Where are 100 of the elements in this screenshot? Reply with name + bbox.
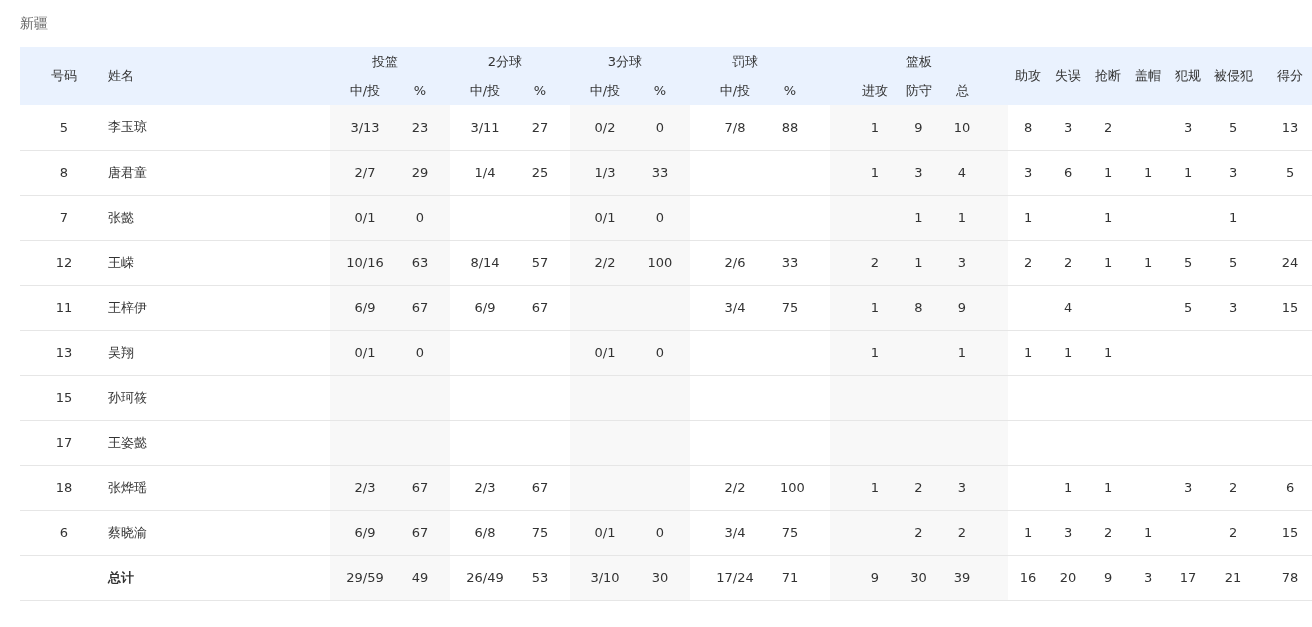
column-header: 中/投 (349, 82, 381, 98)
table-cell: 49 (411, 570, 429, 585)
player-name: 唐君童 (108, 164, 147, 180)
table-cell: 1 (914, 255, 923, 270)
table-cell: 9 (914, 119, 923, 135)
column-header: 中/投 (589, 82, 621, 98)
table-cell: 1/4 (474, 165, 496, 180)
column-header: 抢断 (1095, 68, 1121, 83)
player-name: 张懿 (108, 209, 134, 225)
column-header: 被侵犯 (1213, 68, 1253, 83)
table-cell: 0 (655, 119, 665, 135)
total-label: 总计 (108, 569, 134, 585)
table-cell: 10/16 (346, 255, 384, 270)
column-header: 助攻 (1015, 68, 1041, 83)
table-cell: 7/8 (724, 119, 746, 135)
team-title: 新疆 (20, 15, 48, 31)
table-cell: 2/3 (474, 480, 496, 495)
table-cell: 3 (1063, 119, 1073, 135)
table-cell: 4 (957, 165, 967, 180)
table-cell: 29/59 (346, 570, 384, 585)
table-cell: 63 (411, 255, 429, 270)
table-cell: 0/1 (354, 345, 376, 360)
column-header: 盖帽 (1135, 68, 1161, 83)
table-cell: 39 (953, 570, 971, 585)
column-header: 中/投 (469, 82, 501, 98)
table-cell: 0/1 (354, 210, 376, 225)
table-cell: 0/1 (594, 210, 616, 225)
column-header: % (653, 83, 667, 98)
table-cell: 1 (957, 345, 967, 360)
table-cell: 2 (1228, 480, 1238, 495)
table-cell: 1 (1103, 210, 1113, 225)
table-cell: 5 (1228, 255, 1238, 270)
table-cell: 9 (870, 570, 880, 585)
table-cell: 5 (1183, 300, 1193, 315)
column-group-header: 2分球 (487, 53, 523, 69)
table-cell: 6 (59, 525, 69, 540)
table-cell: 88 (781, 119, 799, 135)
column-header: 中/投 (719, 82, 751, 98)
table-cell: 8 (914, 300, 923, 315)
table-cell: 1 (1143, 255, 1153, 270)
table-cell: 2 (957, 525, 967, 540)
table-cell: 1 (1103, 165, 1113, 180)
table-cell: 3 (914, 165, 923, 180)
table-cell: 1 (870, 119, 880, 135)
table-cell: 23 (411, 119, 429, 135)
table-cell: 5 (1183, 255, 1193, 270)
table-cell: 1 (1063, 480, 1073, 495)
table-cell: 6 (1285, 480, 1295, 495)
column-header: 姓名 (108, 68, 134, 83)
table-cell: 75 (781, 300, 799, 315)
table-cell: 6/9 (354, 300, 376, 315)
table-cell: 21 (1224, 570, 1242, 585)
table-cell: 2 (914, 525, 923, 540)
table-cell: 3 (1228, 300, 1238, 315)
table-cell: 15 (55, 390, 73, 405)
table-cell: 3 (1183, 480, 1193, 495)
table-cell: 3 (1228, 165, 1238, 180)
table-cell: 1 (870, 480, 880, 495)
table-cell: 2 (1023, 255, 1033, 270)
table-cell: 0/1 (594, 345, 616, 360)
table-cell: 3/10 (590, 570, 620, 585)
player-name: 孙珂筱 (108, 389, 147, 405)
table-cell: 12 (55, 255, 73, 270)
table-cell: 0 (415, 345, 425, 360)
column-header: 防守 (905, 82, 932, 98)
table-cell: 8 (59, 165, 69, 180)
table-cell: 30 (651, 570, 669, 585)
table-cell: 1/3 (594, 165, 616, 180)
table-cell: 15 (1281, 525, 1299, 540)
table-cell: 2 (1228, 525, 1238, 540)
table-cell: 0 (655, 525, 665, 540)
table-cell: 2 (1103, 119, 1113, 135)
table-cell: 10 (953, 119, 971, 135)
table-cell: 1 (870, 345, 880, 360)
table-cell: 1 (1023, 345, 1033, 360)
table-cell: 29 (411, 165, 429, 180)
column-header: 犯规 (1175, 68, 1201, 83)
table-cell: 1 (957, 210, 967, 225)
column-group-header: 篮板 (905, 53, 932, 69)
table-cell: 6/9 (474, 300, 496, 315)
table-cell: 1 (1103, 480, 1113, 495)
table-cell: 5 (1285, 165, 1295, 180)
table-cell: 75 (781, 525, 799, 540)
table-cell: 67 (411, 480, 429, 495)
table-cell: 1 (1063, 345, 1073, 360)
table-cell: 15 (1281, 300, 1299, 315)
table-cell: 1 (1228, 210, 1238, 225)
column-header: 进攻 (862, 82, 888, 98)
table-cell: 3 (957, 255, 967, 270)
table-cell: 1 (1183, 165, 1193, 180)
table-cell: 3 (1063, 525, 1073, 540)
table-cell: 0 (655, 210, 665, 225)
table-cell: 2 (870, 255, 880, 270)
table-cell: 6/9 (354, 525, 376, 540)
table-cell: 75 (531, 525, 549, 540)
table-cell: 3/11 (470, 119, 500, 135)
table-cell: 26/49 (466, 570, 504, 585)
column-header: 号码 (51, 68, 77, 83)
column-header: 得分 (1277, 68, 1303, 83)
table-cell: 0/2 (594, 119, 616, 135)
